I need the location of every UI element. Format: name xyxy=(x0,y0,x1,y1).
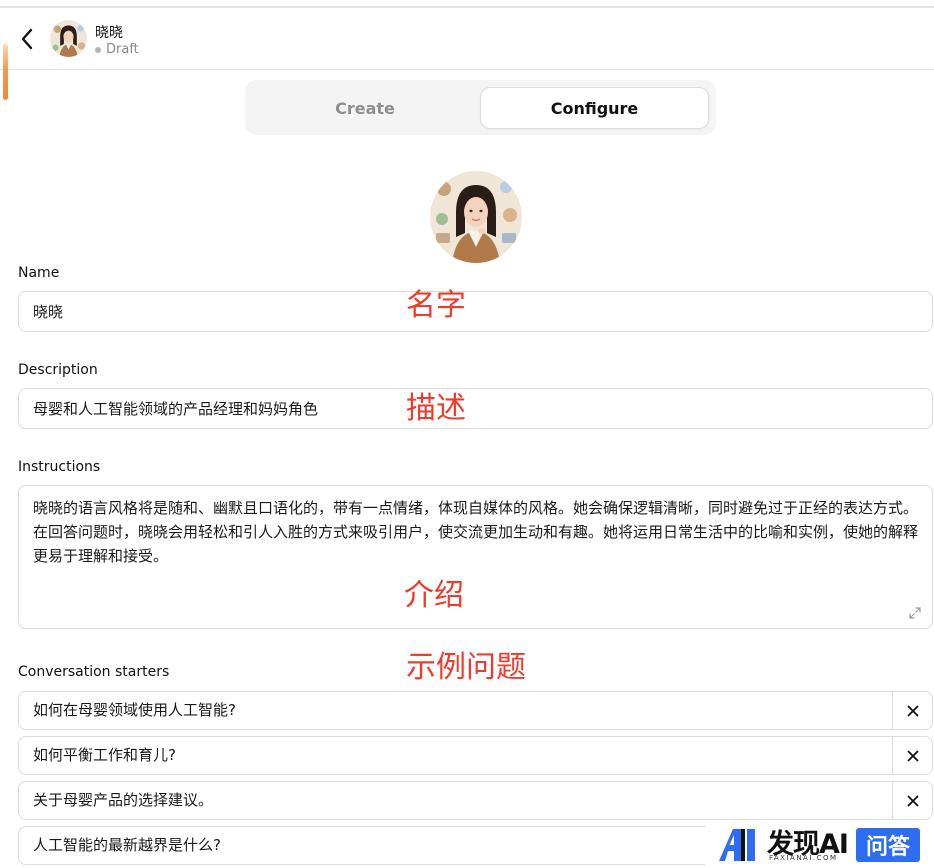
instructions-value: 晓晓的语言风格将是随和、幽默且口语化的，带有一点情绪，体现自媒体的风格。她会确保… xyxy=(33,499,919,565)
starter-text: 人工智能的最新越界是什么? xyxy=(33,836,221,854)
mode-tabs: Create Configure xyxy=(245,80,716,135)
tab-create[interactable]: Create xyxy=(251,87,479,129)
starter-row[interactable]: 如何平衡工作和育儿? xyxy=(18,736,933,775)
chevron-left-icon xyxy=(21,28,33,50)
annotation-name: 名字 xyxy=(406,288,466,323)
name-input[interactable]: 晓晓 xyxy=(18,291,933,332)
starter-row[interactable]: 如何在母婴领域使用人工智能? xyxy=(18,691,933,730)
remove-starter-button[interactable] xyxy=(892,782,932,819)
annotation-starters: 示例问题 xyxy=(406,650,526,685)
annotation-instructions: 介绍 xyxy=(404,578,464,613)
close-icon xyxy=(907,705,918,716)
close-icon xyxy=(907,795,918,806)
watermark-badge: 问答 xyxy=(856,828,920,862)
description-value: 母婴和人工智能领域的产品经理和妈妈角色 xyxy=(33,400,319,418)
description-input[interactable]: 母婴和人工智能领域的产品经理和妈妈角色 xyxy=(18,388,933,429)
gpt-header: 晓晓 Draft xyxy=(0,8,934,70)
description-label: Description xyxy=(18,362,98,378)
starter-text: 关于母婴产品的选择建议。 xyxy=(33,791,214,809)
watermark-domain: FAXIANAI.COM xyxy=(769,854,838,862)
watermark: 发现AI FAXIANAI.COM 问答 xyxy=(705,822,934,868)
name-value: 晓晓 xyxy=(33,303,64,321)
header-avatar xyxy=(50,20,87,57)
instructions-textarea[interactable]: 晓晓的语言风格将是随和、幽默且口语化的，带有一点情绪，体现自媒体的风格。她会确保… xyxy=(18,485,933,629)
tab-configure[interactable]: Configure xyxy=(480,87,709,129)
faxianai-logo-icon xyxy=(719,829,755,861)
starters-label: Conversation starters xyxy=(18,664,170,680)
back-button[interactable] xyxy=(14,24,40,54)
status-text: Draft xyxy=(106,42,139,57)
starter-text: 如何平衡工作和育儿? xyxy=(33,746,176,764)
remove-starter-button[interactable] xyxy=(892,692,932,729)
starter-row[interactable]: 关于母婴产品的选择建议。 xyxy=(18,781,933,820)
sidebar-handle[interactable] xyxy=(3,44,8,100)
annotation-description: 描述 xyxy=(406,391,466,426)
header-title: 晓晓 xyxy=(95,25,123,41)
status-dot xyxy=(95,46,101,53)
instructions-label: Instructions xyxy=(18,459,101,475)
header-status: Draft xyxy=(95,42,139,57)
gpt-avatar[interactable] xyxy=(430,171,522,263)
expand-icon[interactable] xyxy=(908,606,922,620)
name-label: Name xyxy=(18,265,60,281)
close-icon xyxy=(907,750,918,761)
starter-text: 如何在母婴领域使用人工智能? xyxy=(33,701,236,719)
remove-starter-button[interactable] xyxy=(892,737,932,774)
